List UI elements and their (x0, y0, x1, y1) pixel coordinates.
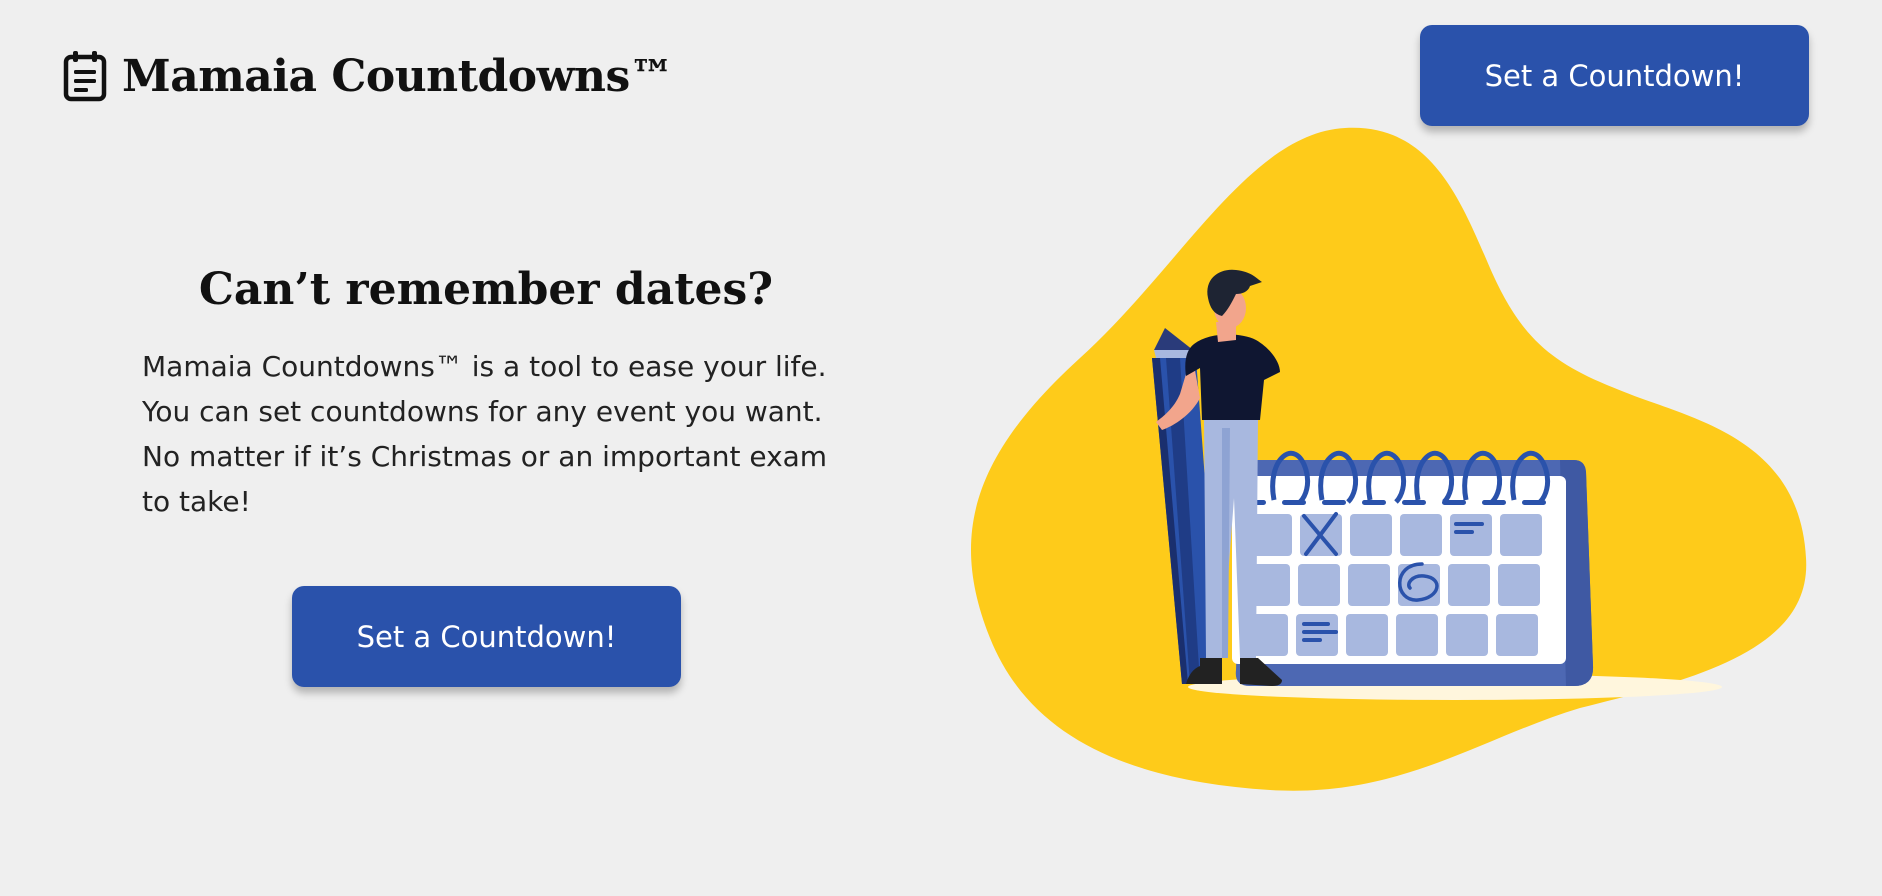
hero-illustration (970, 127, 1807, 791)
calendar-icon (1232, 450, 1594, 686)
brand-logo[interactable]: Mamaia Countdowns™ (62, 50, 674, 102)
hero-description: Mamaia Countdowns™ is a tool to ease you… (142, 350, 828, 518)
hero-set-countdown-button[interactable]: Set a Countdown! (292, 586, 681, 687)
header-set-countdown-button[interactable]: Set a Countdown! (1420, 25, 1809, 126)
calendar-notes-icon (63, 51, 107, 102)
hero-title: Can’t remember dates? (198, 264, 774, 315)
brand-title: Mamaia Countdowns™ (122, 50, 674, 102)
